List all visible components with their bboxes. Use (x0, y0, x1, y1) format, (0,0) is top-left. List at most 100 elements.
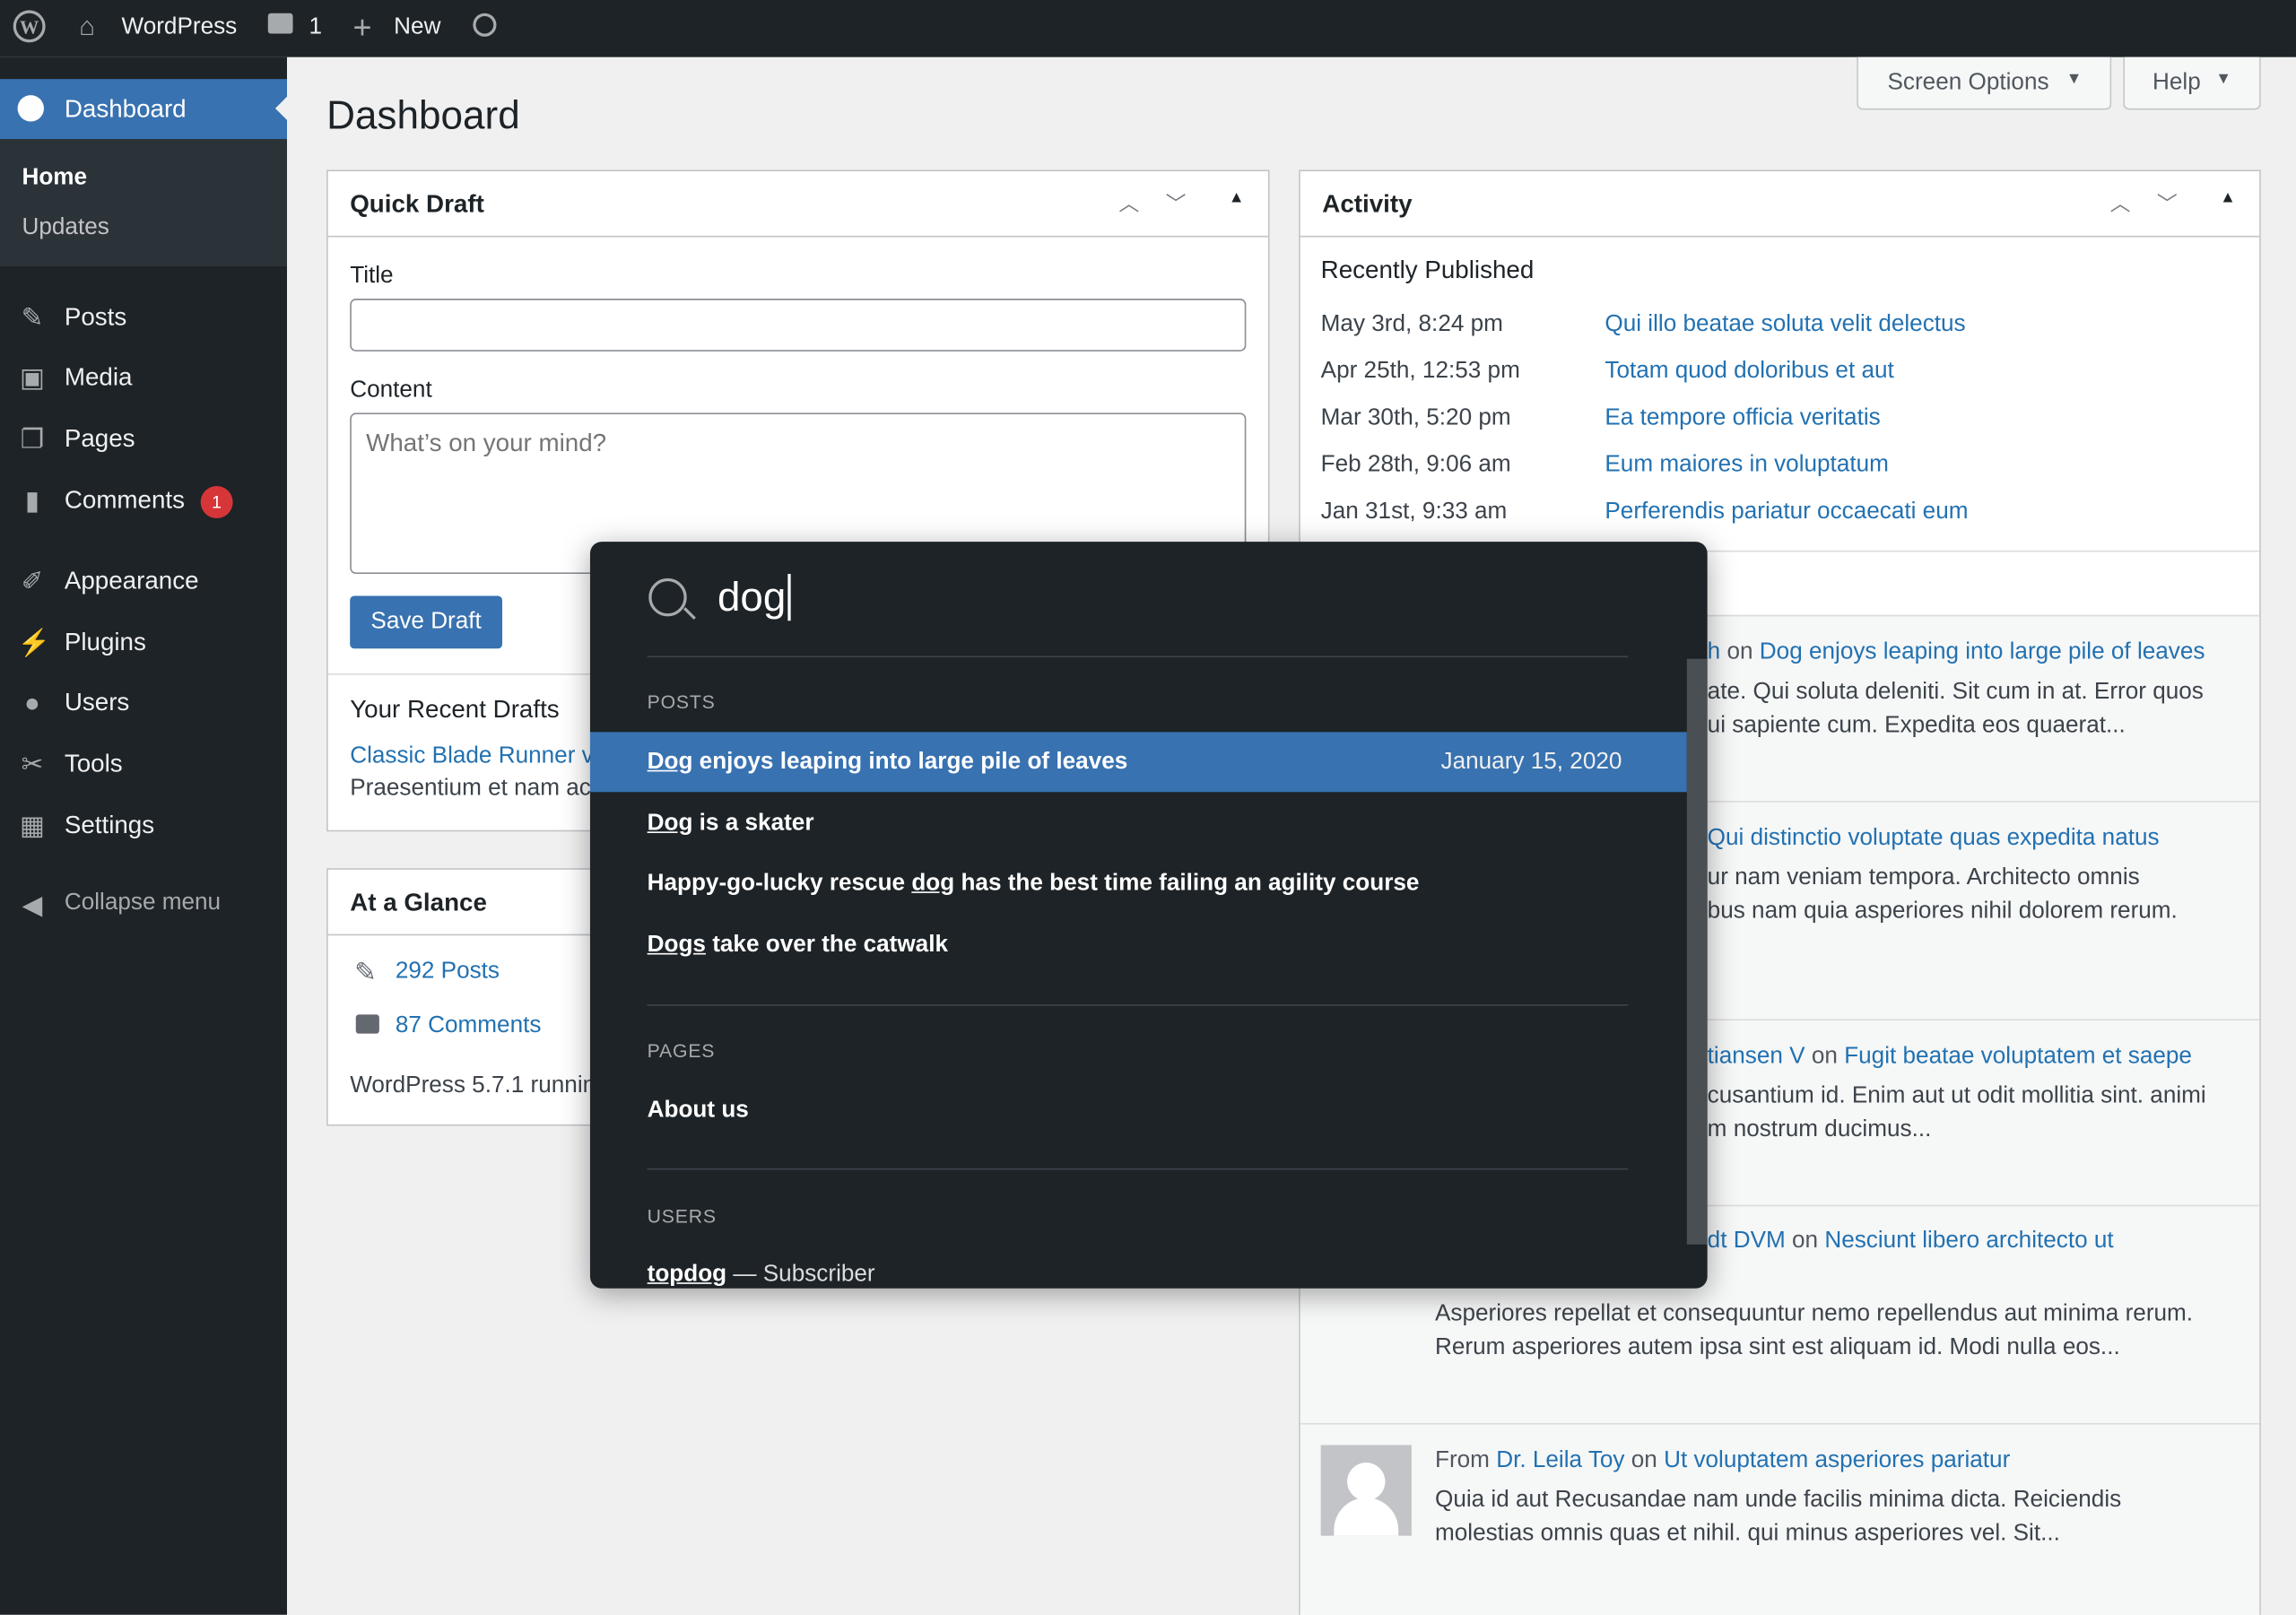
published-post-link[interactable]: Eum maiores in voluptatum (1605, 452, 1889, 478)
comment-excerpt: Quia id aut Recusandae nam unde facilis … (1435, 1483, 2121, 1550)
save-draft-button[interactable]: Save Draft (350, 595, 502, 649)
comment-author-link[interactable]: h (1708, 639, 1721, 664)
widget-header: Activity ︿ ﹀ ▲ (1300, 171, 2260, 238)
comment-post-link[interactable]: Ut voluptatem asperiores pariatur (1664, 1448, 2010, 1473)
widget-header: Quick Draft ︿ ﹀ ▲ (327, 171, 1268, 238)
published-post-link[interactable]: Totam quod doloribus et aut (1605, 359, 1893, 385)
excerpt-line: molestias omnis quas et nihil. qui minus… (1434, 1521, 2060, 1547)
sidebar-label: Collapse menu (64, 890, 222, 916)
move-down-icon[interactable]: ﹀ (2157, 189, 2178, 219)
title-input[interactable] (350, 299, 1247, 352)
collapse-icon: ◀ (22, 890, 43, 920)
comments-count[interactable]: 1 (309, 14, 322, 40)
site-name-link[interactable]: WordPress (122, 14, 238, 40)
published-date: Apr 25th, 12:53 pm (1320, 358, 1520, 384)
search-input[interactable]: dog (718, 573, 791, 621)
caret-down-icon: ▼ (2215, 70, 2231, 88)
comment-excerpt: ate. Qui soluta deleniti. Sit cum in at.… (1708, 675, 2204, 742)
comment-meta: From Dr. Leila Toy on Ut voluptatem aspe… (1435, 1448, 2010, 1474)
settings-icon: ▦ (20, 811, 45, 841)
help-button[interactable]: Help ▼ (2123, 56, 2261, 110)
search-result-page[interactable]: About us (648, 1098, 749, 1124)
sidebar-label: Plugins (64, 628, 146, 656)
comments-count-link[interactable]: 87 Comments (396, 1013, 542, 1039)
sidebar-label: Posts (64, 302, 127, 331)
search-result-post[interactable]: Dogs take over the catwalk (648, 933, 948, 959)
comment-icon: ▮ (24, 486, 40, 516)
excerpt-line: ui sapiente cum. Expedita eos quaerat... (1707, 713, 2126, 738)
sidebar-item-tools[interactable]: ✂ Tools (0, 735, 287, 794)
recent-drafts-heading: Your Recent Drafts (350, 695, 560, 724)
excerpt-line: Quia id aut Recusandae nam unde facilis … (1434, 1487, 2122, 1513)
collapse-toggle-icon[interactable]: ▲ (2220, 189, 2236, 207)
move-up-icon[interactable]: ︿ (1118, 189, 1139, 219)
on-text: on (1811, 1044, 1838, 1069)
excerpt-line: Asperiores repellat et consequuntur nemo… (1434, 1301, 2194, 1327)
comment-meta: dt DVM on Nesciunt libero architecto ut (1708, 1229, 2114, 1255)
comment-meta: tiansen V on Fugit beatae voluptatem et … (1708, 1044, 2192, 1070)
dashboard-icon (17, 95, 44, 122)
plus-icon[interactable]: + (352, 9, 371, 47)
sidebar-label: Pages (64, 424, 135, 453)
wordpress-logo-icon[interactable]: W (13, 10, 46, 43)
comment-author-link[interactable]: dt DVM (1708, 1229, 1786, 1254)
published-date: Mar 30th, 5:20 pm (1320, 405, 1511, 430)
search-result-post[interactable]: Dog is a skater (648, 811, 814, 837)
scrollbar[interactable] (1686, 658, 1708, 1245)
result-text: take over the catwalk (705, 932, 949, 958)
excerpt-line: bus nam quia asperiores nihil dolorem re… (1707, 899, 2178, 925)
draft-link[interactable]: Classic Blade Runner v (350, 743, 594, 769)
collapse-toggle-icon[interactable]: ▲ (1229, 189, 1245, 207)
users-section-heading: USERS (647, 1204, 717, 1228)
result-date: January 15, 2020 (1440, 749, 1622, 775)
sidebar-item-pages[interactable]: ❐ Pages (0, 410, 287, 468)
comment-post-link[interactable]: Dog enjoys leaping into large pile of le… (1760, 639, 2205, 664)
new-link[interactable]: New (394, 14, 440, 40)
draft-excerpt: Praesentium et nam ac (350, 776, 591, 802)
version-text: WordPress 5.7.1 runnin (350, 1072, 596, 1098)
move-up-icon[interactable]: ︿ (2110, 189, 2131, 219)
sidebar-label: Comments (64, 486, 186, 515)
search-result-user[interactable]: topdog — Subscriber (648, 1262, 875, 1288)
screen-options-button[interactable]: Screen Options ▼ (1857, 56, 2112, 110)
posts-count-link[interactable]: 292 Posts (396, 959, 500, 985)
comment-post-link[interactable]: Fugit beatae voluptatem et saepe (1844, 1044, 2192, 1069)
sidebar-item-posts[interactable]: ✎ Posts (0, 289, 287, 347)
published-post-link[interactable]: Ea tempore officia veritatis (1605, 405, 1880, 431)
sidebar-item-plugins[interactable]: ⚡ Plugins (0, 613, 287, 672)
on-text: on (1726, 639, 1753, 665)
posts-section-heading: POSTS (647, 690, 716, 714)
sidebar-item-settings[interactable]: ▦ Settings (0, 796, 287, 855)
result-text: enjoys leaping into large pile of leaves (692, 749, 1128, 775)
published-date: Feb 28th, 9:06 am (1320, 452, 1511, 478)
comment-post-link[interactable]: Nesciunt libero architecto ut (1824, 1229, 2113, 1254)
sidebar-item-users[interactable]: ● Users (0, 673, 287, 732)
comment-post-link[interactable]: Qui distinctio voluptate quas expedita n… (1708, 826, 2160, 851)
published-post-link[interactable]: Qui illo beatae soluta velit delectus (1605, 312, 1965, 338)
home-icon[interactable]: ⌂ (79, 12, 95, 42)
sidebar-item-comments[interactable]: ▮ Comments 1 (0, 472, 287, 530)
widget-title: Activity (1322, 190, 1413, 219)
submenu-updates[interactable]: Updates (22, 215, 109, 241)
search-result-post[interactable]: Dog enjoys leaping into large pile of le… (648, 750, 1128, 776)
published-post-link[interactable]: Perferendis pariatur occaecati eum (1605, 499, 1968, 525)
comment-meta: h on Dog enjoys leaping into large pile … (1708, 639, 2205, 665)
sidebar-item-dashboard[interactable]: Dashboard (0, 79, 287, 140)
comments-icon[interactable] (267, 13, 293, 34)
sidebar-item-appearance[interactable]: ✐ Appearance (0, 552, 287, 611)
comment-icon (355, 1014, 379, 1034)
search-result-post[interactable]: Happy-go-lucky rescue dog has the best t… (648, 871, 1420, 897)
comment-author-link[interactable]: Dr. Leila Toy (1496, 1448, 1624, 1473)
comment-author-link[interactable]: tiansen V (1708, 1044, 1805, 1069)
avatar (1320, 1445, 1412, 1536)
title-label: Title (350, 263, 394, 289)
sidebar-item-media[interactable]: ▣ Media (0, 349, 287, 407)
submenu-home[interactable]: Home (22, 165, 87, 191)
collapse-menu-button[interactable]: ◀ Collapse menu (0, 875, 287, 933)
search-icon[interactable] (473, 13, 497, 37)
page-title: Dashboard (326, 93, 520, 138)
move-down-icon[interactable]: ﹀ (1166, 189, 1187, 219)
match-text: Dog (647, 749, 693, 775)
sidebar-label: Settings (64, 811, 155, 839)
plug-icon: ⚡ (17, 628, 51, 658)
